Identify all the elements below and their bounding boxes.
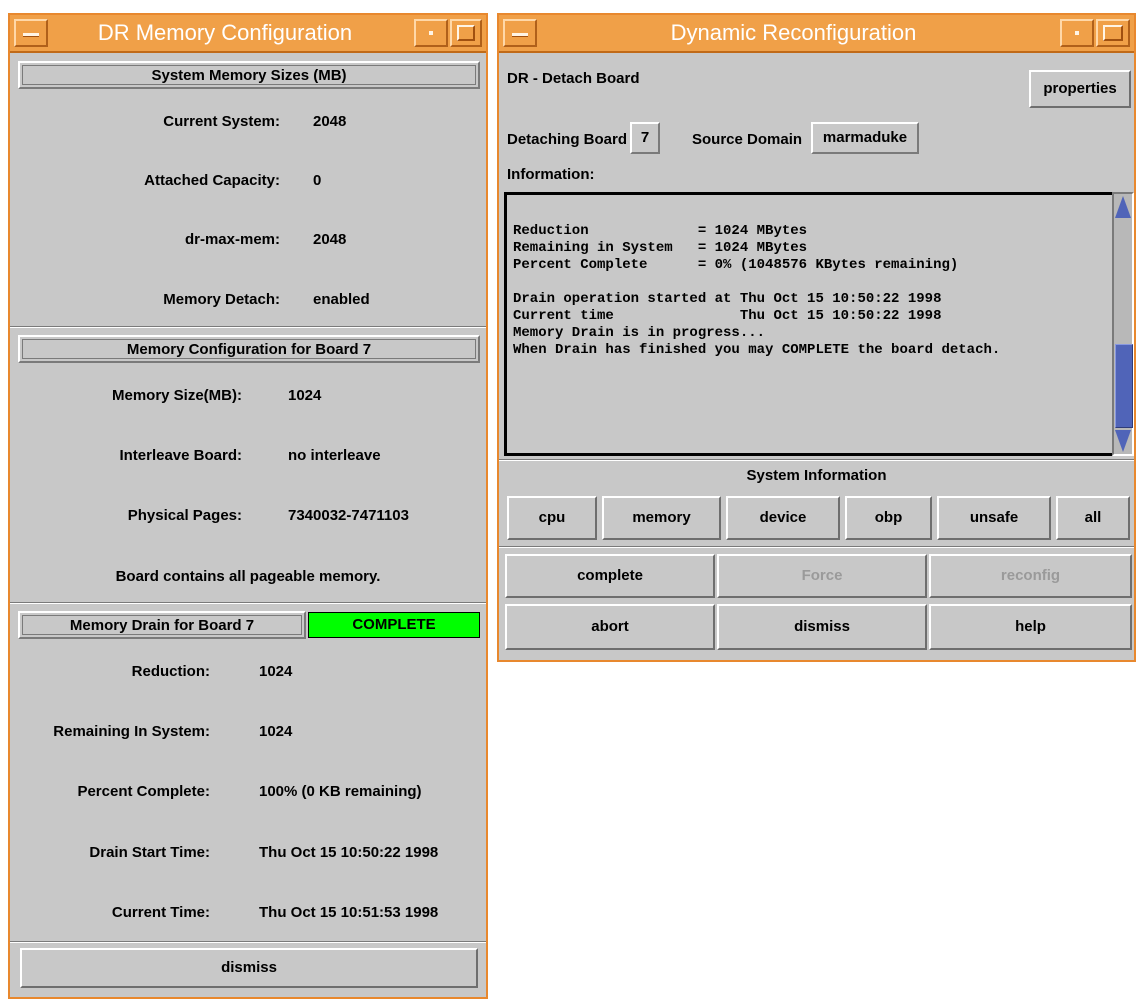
percent-complete-value: 100% (0 KB remaining) — [259, 783, 422, 800]
current-system-label: Current System: — [163, 113, 280, 130]
information-text: Reduction = 1024 MBytes Remaining in Syst… — [513, 223, 1000, 359]
info-line — [513, 274, 1000, 291]
dr-memory-configuration-window: DR Memory Configuration System Memory Si… — [8, 13, 488, 999]
info-line: Memory Drain is in progress... — [513, 325, 766, 341]
percent-complete-label: Percent Complete: — [77, 783, 210, 800]
memory-detach-label: Memory Detach: — [163, 291, 280, 308]
reconfig-button[interactable]: reconfig — [929, 554, 1132, 598]
properties-button[interactable]: properties — [1029, 70, 1131, 108]
window-title: Dynamic Reconfiguration — [670, 20, 917, 45]
memory-size-label: Memory Size(MB): — [111, 387, 242, 404]
info-line: Reduction = 1024 MBytes — [513, 223, 808, 239]
system-memory-sizes-header: System Memory Sizes (MB) — [18, 61, 480, 89]
divider — [10, 941, 486, 943]
obp-button[interactable]: obp — [845, 496, 932, 540]
unsafe-button[interactable]: unsafe — [937, 496, 1051, 540]
scrollbar-thumb[interactable] — [1115, 344, 1133, 428]
memory-drain-header: Memory Drain for Board 7 — [18, 611, 306, 639]
information-label: Information: — [507, 166, 595, 183]
board-memory-config-header: Memory Configuration for Board 7 — [18, 335, 480, 363]
scroll-up-arrow-icon[interactable] — [1115, 196, 1131, 218]
current-system-value: 2048 — [313, 113, 347, 130]
complete-button[interactable]: complete — [505, 554, 715, 598]
info-line: When Drain has finished you may COMPLETE… — [513, 342, 1001, 358]
device-button[interactable]: device — [726, 496, 840, 540]
remaining-in-system-value: 1024 — [259, 723, 293, 740]
current-time-value: Thu Oct 15 10:51:53 1998 — [259, 904, 439, 921]
physical-pages-label: Physical Pages: — [127, 507, 242, 524]
minimize-button[interactable] — [1060, 19, 1094, 47]
dr-max-mem-label: dr-max-mem: — [184, 231, 280, 248]
drain-status-badge: COMPLETE — [308, 612, 480, 638]
section-header-label: System Memory Sizes (MB) — [22, 65, 476, 85]
info-line: Percent Complete = 0% (1048576 KBytes re… — [513, 257, 959, 273]
drain-start-time-value: Thu Oct 15 10:50:22 1998 — [259, 844, 439, 861]
memory-size-value: 1024 — [288, 387, 322, 404]
info-line: Drain operation started at Thu Oct 15 10… — [513, 291, 942, 307]
system-information-label: System Information — [746, 467, 887, 484]
drain-start-time-label: Drain Start Time: — [89, 844, 210, 861]
vertical-scrollbar[interactable] — [1112, 192, 1134, 456]
scroll-down-arrow-icon[interactable] — [1115, 430, 1131, 452]
information-text-area[interactable]: Reduction = 1024 MBytes Remaining in Syst… — [504, 192, 1112, 456]
maximize-icon — [1103, 25, 1123, 41]
divider — [499, 546, 1134, 548]
info-line: Current time Thu Oct 15 10:50:22 1998 — [513, 308, 942, 324]
interleave-board-label: Interleave Board: — [119, 447, 242, 464]
operation-title: DR - Detach Board — [507, 70, 640, 87]
divider — [10, 602, 486, 604]
window-menu-button[interactable] — [14, 19, 48, 47]
divider — [499, 459, 1134, 461]
maximize-button[interactable] — [450, 19, 482, 47]
memory-button[interactable]: memory — [602, 496, 721, 540]
minimize-icon — [429, 31, 433, 35]
maximize-icon — [457, 25, 475, 41]
force-button[interactable]: Force — [717, 554, 927, 598]
memory-detach-value: enabled — [313, 291, 370, 308]
minimize-icon — [1075, 31, 1079, 35]
source-domain-value: marmaduke — [811, 122, 919, 154]
dr-max-mem-value: 2048 — [313, 231, 347, 248]
window-menu-button[interactable] — [503, 19, 537, 47]
current-time-label: Current Time: — [111, 904, 210, 921]
pageable-memory-note: Board contains all pageable memory. — [115, 568, 381, 585]
dismiss-button[interactable]: dismiss — [717, 604, 927, 650]
source-domain-label: Source Domain — [692, 131, 803, 148]
window-menu-icon — [512, 33, 528, 37]
all-button[interactable]: all — [1056, 496, 1130, 540]
title-bar[interactable]: DR Memory Configuration — [10, 15, 486, 53]
detaching-board-label: Detaching Board — [507, 131, 628, 148]
remaining-in-system-label: Remaining In System: — [53, 723, 210, 740]
cpu-button[interactable]: cpu — [507, 496, 597, 540]
window-menu-icon — [23, 33, 39, 37]
minimize-button[interactable] — [414, 19, 448, 47]
physical-pages-value: 7340032-7471103 — [288, 507, 409, 524]
detaching-board-value: 7 — [630, 122, 660, 154]
window-title: DR Memory Configuration — [97, 20, 353, 45]
interleave-board-value: no interleave — [288, 447, 381, 464]
info-line: Remaining in System = 1024 MBytes — [513, 240, 808, 256]
reduction-label: Reduction: — [131, 663, 210, 680]
reduction-value: 1024 — [259, 663, 293, 680]
attached-capacity-label: Attached Capacity: — [144, 172, 280, 189]
section-header-label: Memory Drain for Board 7 — [22, 615, 302, 635]
maximize-button[interactable] — [1096, 19, 1130, 47]
section-header-label: Memory Configuration for Board 7 — [22, 339, 476, 359]
help-button[interactable]: help — [929, 604, 1132, 650]
attached-capacity-value: 0 — [313, 172, 322, 189]
dismiss-button[interactable]: dismiss — [20, 948, 478, 988]
abort-button[interactable]: abort — [505, 604, 715, 650]
divider — [10, 326, 486, 328]
title-bar[interactable]: Dynamic Reconfiguration — [499, 15, 1134, 53]
dynamic-reconfiguration-window: Dynamic Reconfiguration DR - Detach Boar… — [497, 13, 1136, 662]
